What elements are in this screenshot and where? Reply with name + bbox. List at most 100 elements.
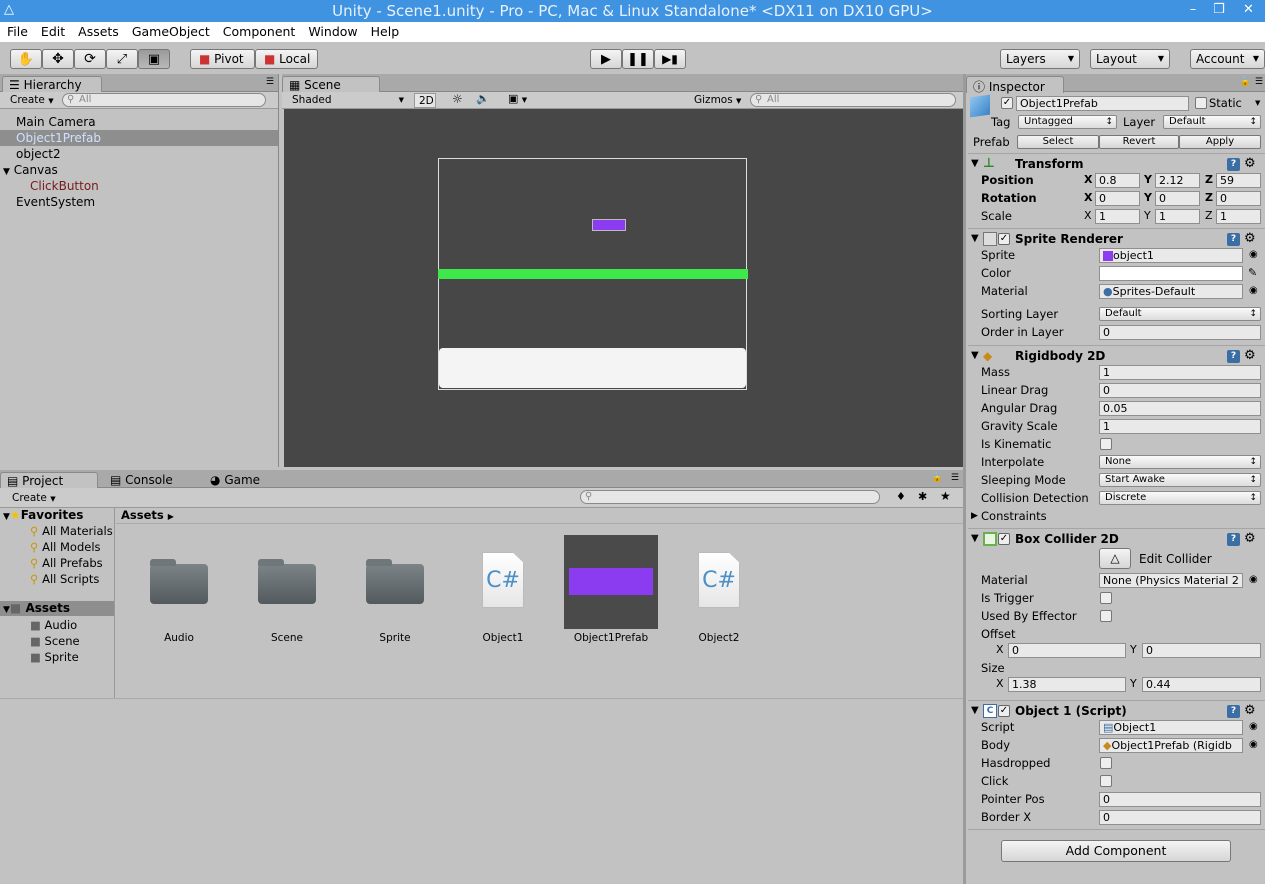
offset-x-field[interactable]: 0 <box>1008 643 1126 658</box>
active-checkbox[interactable]: ✓ <box>1001 97 1013 109</box>
object-picker-icon[interactable]: ◉ <box>1249 736 1258 754</box>
pointer-pos-field[interactable]: 0 <box>1099 792 1261 807</box>
hierarchy-item-clickbutton[interactable]: ClickButton <box>0 178 278 194</box>
restore-button[interactable]: ❒ <box>1206 0 1232 20</box>
move-tool-button[interactable]: ✥ <box>42 49 74 69</box>
position-y-field[interactable]: 2.12 <box>1155 173 1200 188</box>
audio-toggle[interactable]: 🔈 <box>472 92 490 107</box>
tag-dropdown[interactable]: Untagged <box>1018 115 1117 129</box>
scale-y-field[interactable]: 1 <box>1155 209 1200 224</box>
gear-icon[interactable]: ⚙ <box>1244 529 1256 549</box>
size-x-field[interactable]: 1.38 <box>1008 677 1126 692</box>
position-x-field[interactable]: 0.8 <box>1095 173 1140 188</box>
is-trigger-checkbox[interactable] <box>1100 592 1112 604</box>
assets-root-item[interactable]: ▼■ Assets <box>0 601 114 616</box>
hierarchy-create-dropdown[interactable]: Create ▼ <box>6 93 58 108</box>
menu-assets[interactable]: Assets <box>71 22 125 39</box>
help-icon[interactable]: ? <box>1227 158 1240 171</box>
panel-menu-icon[interactable]: ☰ <box>266 77 274 87</box>
sprite-renderer-header[interactable]: ▼ ✓ Sprite Renderer ? ⚙ <box>968 228 1265 248</box>
body-field[interactable]: ◆Object1Prefab (Rigidb <box>1099 738 1243 753</box>
panel-menu-icon[interactable]: ☰ <box>951 473 959 483</box>
tab-console[interactable]: ▤ Console <box>104 472 194 489</box>
scene-search-input[interactable]: ⚲ All <box>750 93 956 107</box>
interpolate-dropdown[interactable]: None <box>1099 455 1261 469</box>
expand-arrow-icon[interactable]: ▼ <box>3 167 10 177</box>
favorite-all-prefabs[interactable]: ⚲ All Prefabs <box>30 556 103 570</box>
pause-button[interactable]: ❚❚ <box>622 49 654 69</box>
offset-y-field[interactable]: 0 <box>1142 643 1261 658</box>
transform-header[interactable]: ▼ ⊥ Transform ? ⚙ <box>968 153 1265 173</box>
play-button[interactable]: ▶ <box>590 49 622 69</box>
collider-material-field[interactable]: None (Physics Material 2 <box>1099 573 1243 588</box>
rect-tool-button[interactable]: ▣ <box>138 49 170 69</box>
lighting-toggle[interactable]: ☼ <box>448 92 463 107</box>
sleeping-mode-dropdown[interactable]: Start Awake <box>1099 473 1261 487</box>
is-kinematic-checkbox[interactable] <box>1100 438 1112 450</box>
green-ground-bar[interactable] <box>438 269 748 279</box>
favorite-all-models[interactable]: ⚲ All Models <box>30 540 101 554</box>
collision-detection-dropdown[interactable]: Discrete <box>1099 491 1261 505</box>
static-checkbox[interactable] <box>1195 97 1207 109</box>
position-z-field[interactable]: 59 <box>1216 173 1261 188</box>
tab-scene[interactable]: ▦ Scene <box>282 76 380 93</box>
click-button-ui[interactable] <box>439 348 746 388</box>
rigidbody-header[interactable]: ▼ ◆ Rigidbody 2D ? ⚙ <box>968 345 1265 365</box>
asset-object1prefab[interactable]: Object1Prefab <box>561 530 661 650</box>
menu-component[interactable]: Component <box>216 22 302 39</box>
enabled-checkbox[interactable]: ✓ <box>998 233 1010 245</box>
scene-viewport[interactable] <box>284 109 963 467</box>
size-y-field[interactable]: 0.44 <box>1142 677 1261 692</box>
angular-drag-field[interactable]: 0.05 <box>1099 401 1261 416</box>
script-component-header[interactable]: ▼ C ✓ Object 1 (Script) ? ⚙ <box>968 700 1265 720</box>
object-picker-icon[interactable]: ◉ <box>1249 571 1258 589</box>
layers-dropdown[interactable]: Layers ▼ <box>1000 49 1080 69</box>
tab-inspector[interactable]: ⓘ Inspector <box>966 76 1064 94</box>
menu-gameobject[interactable]: GameObject <box>125 22 216 39</box>
constraints-row[interactable]: ▶ Constraints <box>968 507 1265 525</box>
asset-audio[interactable]: Audio <box>129 530 229 650</box>
account-dropdown[interactable]: Account ▼ <box>1190 49 1265 69</box>
prefab-revert-button[interactable]: Revert <box>1099 135 1179 149</box>
shading-dropdown[interactable]: Shaded ▼ <box>288 93 406 108</box>
hierarchy-item-object2[interactable]: object2 <box>0 146 278 162</box>
step-button[interactable]: ▶▮ <box>654 49 686 69</box>
eyedropper-icon[interactable]: ✎ <box>1248 264 1257 282</box>
hierarchy-item-main-camera[interactable]: Main Camera <box>0 114 278 130</box>
filter-type-icon[interactable]: ♦ <box>896 490 906 503</box>
asset-sprite[interactable]: Sprite <box>345 530 445 650</box>
help-icon[interactable]: ? <box>1227 705 1240 718</box>
layer-dropdown[interactable]: Default <box>1163 115 1261 129</box>
menu-edit[interactable]: Edit <box>34 22 71 39</box>
scale-tool-button[interactable]: ⤢ <box>106 49 138 69</box>
tab-hierarchy[interactable]: ☰ Hierarchy <box>2 76 102 93</box>
layout-dropdown[interactable]: Layout ▼ <box>1090 49 1170 69</box>
help-icon[interactable]: ? <box>1227 233 1240 246</box>
menu-window[interactable]: Window <box>301 22 363 39</box>
favorite-all-scripts[interactable]: ⚲ All Scripts <box>30 572 99 586</box>
scale-x-field[interactable]: 1 <box>1095 209 1140 224</box>
filter-label-icon[interactable]: ✱ <box>918 490 927 503</box>
lock-icon[interactable]: 🔒 <box>1240 77 1251 87</box>
add-component-button[interactable]: Add Component <box>1001 840 1231 862</box>
gizmos-dropdown[interactable]: Gizmos ▼ <box>690 93 745 108</box>
object-picker-icon[interactable]: ◉ <box>1249 282 1258 300</box>
hierarchy-item-canvas[interactable]: ▼ Canvas <box>0 162 278 178</box>
favorites-header[interactable]: ▼★Favorites <box>3 508 115 522</box>
tree-folder-audio[interactable]: ■ Audio <box>30 618 77 632</box>
tab-game[interactable]: ◕ Game <box>204 472 284 489</box>
mass-field[interactable]: 1 <box>1099 365 1261 380</box>
pivot-toggle[interactable]: ■ Pivot <box>190 49 255 69</box>
object-picker-icon[interactable]: ◉ <box>1249 718 1258 736</box>
menu-help[interactable]: Help <box>364 22 406 39</box>
favorite-all-materials[interactable]: ⚲ All Materials <box>30 524 113 538</box>
asset-scene[interactable]: Scene <box>237 530 337 650</box>
hierarchy-search-input[interactable]: ⚲ All <box>62 93 266 107</box>
project-search-input[interactable]: ⚲ <box>580 490 880 504</box>
object-name-field[interactable]: Object1Prefab <box>1016 96 1189 111</box>
rotate-tool-button[interactable]: ⟳ <box>74 49 106 69</box>
scale-z-field[interactable]: 1 <box>1216 209 1261 224</box>
script-field[interactable]: ▤Object1 <box>1099 720 1243 735</box>
lock-icon[interactable]: 🔒 <box>932 473 943 483</box>
linear-drag-field[interactable]: 0 <box>1099 383 1261 398</box>
